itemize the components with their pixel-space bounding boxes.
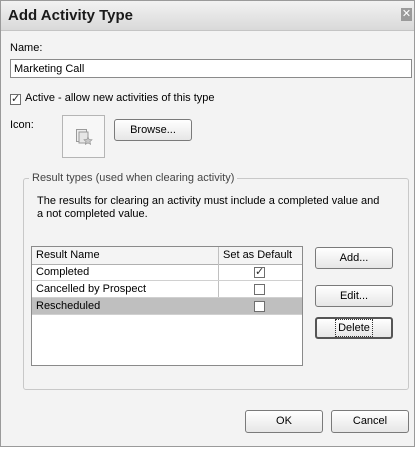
- column-header-set-as-default[interactable]: Set as Default: [223, 249, 292, 261]
- icon-preview: [62, 115, 105, 158]
- result-types-description: The results for clearing an activity mus…: [37, 195, 380, 220]
- column-header-result-name[interactable]: Result Name: [36, 249, 100, 261]
- name-label: Name:: [10, 42, 43, 54]
- active-checkbox[interactable]: ✓: [10, 94, 21, 105]
- add-button[interactable]: Add...: [315, 247, 393, 269]
- result-name-cell: Completed: [36, 266, 90, 278]
- table-row[interactable]: Cancelled by Prospect: [32, 281, 302, 298]
- cancel-button[interactable]: Cancel: [331, 410, 409, 433]
- name-input[interactable]: [10, 59, 412, 78]
- delete-button[interactable]: Delete: [315, 317, 393, 339]
- table-row-selected[interactable]: Rescheduled: [32, 298, 302, 315]
- set-default-checkbox[interactable]: [254, 284, 265, 295]
- active-checkbox-label[interactable]: Active - allow new activities of this ty…: [25, 92, 215, 104]
- result-name-cell: Rescheduled: [36, 300, 101, 312]
- set-default-checkbox[interactable]: [254, 301, 265, 312]
- icon-label: Icon:: [10, 119, 34, 131]
- ok-button[interactable]: OK: [245, 410, 323, 433]
- result-types-table[interactable]: Result Name Set as Default Completed ✓ C…: [31, 246, 303, 366]
- result-types-legend: Result types (used when clearing activit…: [29, 172, 238, 184]
- edit-button[interactable]: Edit...: [315, 285, 393, 307]
- delete-button-label: Delete: [335, 319, 373, 337]
- title-bar: Add Activity Type ✕: [1, 1, 414, 31]
- result-name-cell: Cancelled by Prospect: [36, 283, 147, 295]
- close-icon[interactable]: ✕: [401, 8, 412, 21]
- add-activity-type-dialog: Add Activity Type ✕ Name: ✓ Active - all…: [0, 0, 415, 447]
- table-row[interactable]: Completed ✓: [32, 264, 302, 281]
- browse-button[interactable]: Browse...: [114, 119, 192, 141]
- activity-type-icon: [76, 129, 93, 146]
- set-default-checkbox[interactable]: ✓: [254, 267, 265, 278]
- dialog-title: Add Activity Type: [8, 7, 134, 24]
- table-header: Result Name Set as Default: [32, 247, 302, 265]
